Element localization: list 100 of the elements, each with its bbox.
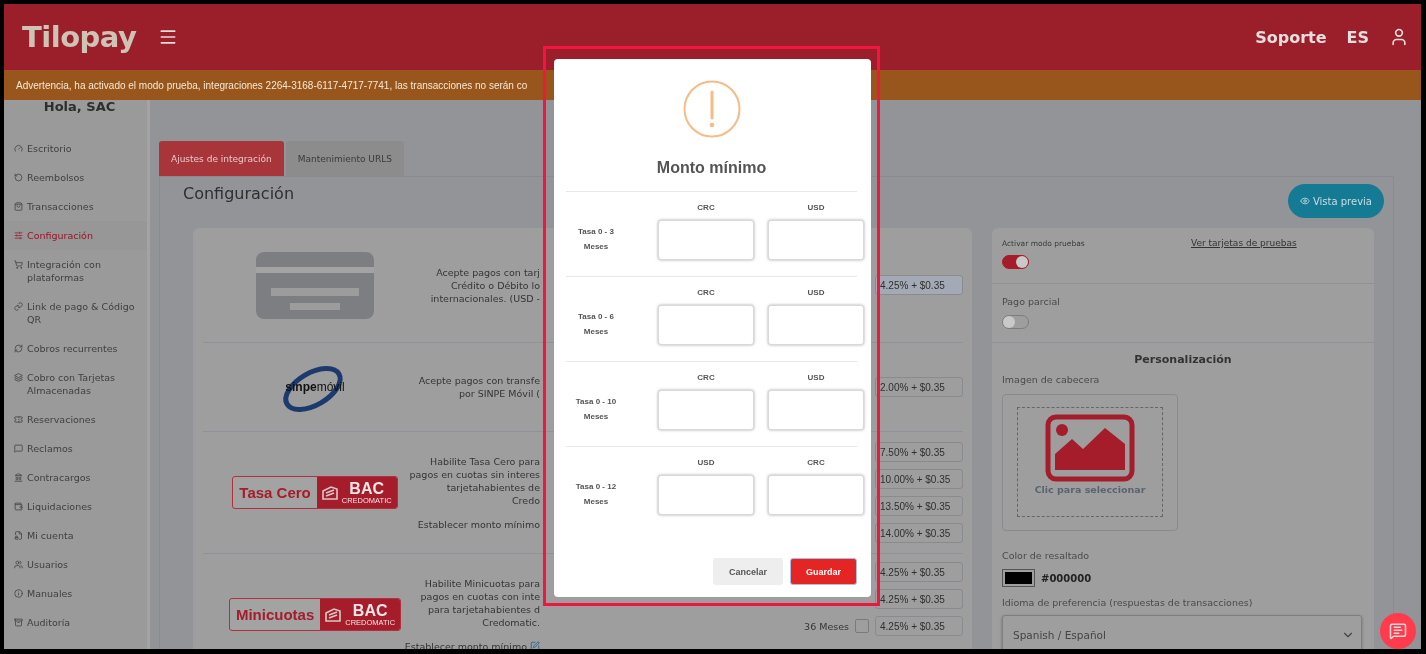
cancel-button[interactable]: Cancelar — [712, 558, 783, 585]
sidebar-item-label: Reembolsos — [27, 171, 85, 184]
description-line: Acepte pagos con transfe — [418, 374, 540, 387]
sidebar-item[interactable]: Cobro con Tarjetas Almacenadas — [4, 363, 147, 405]
description-line: Habilite Minicuotas para — [424, 576, 540, 590]
chat-icon — [1389, 622, 1407, 640]
rate-label: Tasa 0 - 10 Meses — [574, 396, 618, 423]
sidebar-item[interactable]: Manuales — [4, 579, 147, 608]
menu-item-icon — [14, 171, 23, 182]
menu-item-icon — [14, 258, 23, 269]
greeting: Hola, SAC — [42, 100, 117, 116]
sidebar-item-label: Reclamos — [27, 442, 73, 455]
tilopay-logo[interactable]: Tilopay — [22, 20, 158, 54]
sidebar-item-label: Liquidaciones — [27, 500, 92, 513]
min-amount-link[interactable]: Establecer monto mínimo — [404, 639, 540, 649]
section-title: Personalización — [1133, 353, 1233, 366]
menu-item-icon — [14, 558, 23, 569]
sidebar-item[interactable]: Auditoría — [4, 608, 147, 637]
amount-field[interactable] — [658, 305, 754, 345]
partial-payment-label: Pago parcial — [1002, 295, 1061, 308]
sidebar-item-label: Auditoría — [27, 616, 71, 629]
sidebar-item[interactable]: Cobros recurrentes — [4, 334, 147, 363]
header-image-label: Imagen de cabecera — [1002, 373, 1101, 386]
sidebar-item-label: Cobro con Tarjetas Almacenadas — [27, 371, 117, 397]
fee-field[interactable]: 4.25% + $0.35 — [875, 616, 963, 636]
sidebar-item[interactable]: Transacciones — [4, 192, 147, 221]
checkbox[interactable] — [855, 619, 869, 633]
description-line: para tarjetahabientes d — [427, 602, 540, 616]
amount-field[interactable] — [768, 475, 864, 515]
currency-label: USD — [806, 287, 826, 299]
tab[interactable]: Ajustes de integración — [159, 141, 284, 176]
currency-label: CRC — [696, 287, 716, 299]
sidebar-item-label: Mi cuenta — [27, 529, 74, 542]
color-value: #000000 — [1041, 572, 1092, 584]
partial-payment-toggle[interactable] — [1002, 315, 1029, 329]
amount-field[interactable] — [658, 390, 754, 430]
sidebar-item[interactable]: Reservaciones — [4, 405, 147, 434]
menu-item-icon — [14, 587, 23, 598]
sidebar-item-label: Link de pago & Código QR — [27, 300, 136, 326]
amount-field[interactable] — [658, 220, 754, 260]
test-mode-toggle[interactable] — [1002, 255, 1029, 269]
sidebar-item-label: Transacciones — [27, 200, 94, 213]
sidebar-item-label: Contracargos — [27, 471, 91, 484]
sidebar-item-label: Escritorio — [27, 142, 72, 155]
sidebar-item[interactable]: Reclamos — [4, 434, 147, 463]
amount-field[interactable] — [658, 475, 754, 515]
sidebar-item[interactable]: Reembolsos — [4, 163, 147, 192]
menu-item-icon — [14, 616, 23, 627]
sidebar-item-label: Usuarios — [27, 558, 69, 571]
sidebar-item-label: Cobros recurrentes — [27, 342, 118, 355]
description-line: Crédito o Débito lo — [450, 278, 540, 292]
rate-label: Tasa 0 - 6 Meses — [577, 311, 615, 338]
language-select[interactable]: Spanish / Español — [1002, 615, 1362, 649]
rate-label: Tasa 0 - 12 Meses — [574, 481, 618, 508]
eye-icon — [1299, 196, 1310, 206]
fee-field[interactable]: 14.00% + $0.35 — [875, 523, 963, 543]
description-line: pagos en cuotas con inte — [420, 589, 540, 603]
sidebar-item[interactable]: Liquidaciones — [4, 492, 147, 521]
color-swatch[interactable] — [1002, 569, 1035, 587]
fee-field[interactable]: 4.25% + $0.35 — [875, 275, 963, 295]
installment-label: 36 Meses — [804, 620, 849, 632]
tab[interactable]: Mantenimiento URLS — [285, 141, 404, 176]
amount-field[interactable] — [768, 305, 864, 345]
warning-icon — [682, 80, 741, 138]
fee-field[interactable]: 7.50% + $0.35 — [875, 442, 963, 462]
description-line: Credomatic. — [482, 615, 540, 629]
sidebar-item[interactable]: Usuarios — [4, 550, 147, 579]
sidebar-item[interactable]: Mi cuenta — [4, 521, 147, 550]
currency-label: USD — [696, 457, 716, 469]
fee-field[interactable]: 4.25% + $0.35 — [875, 562, 963, 582]
dialog-title: Monto mínimo — [655, 159, 768, 177]
menu-item-icon — [14, 471, 23, 482]
header-link[interactable]: ES — [1346, 27, 1369, 47]
save-button[interactable]: Guardar — [790, 558, 857, 585]
header-link[interactable]: Soporte — [1255, 27, 1327, 47]
highlight-color-label: Color de resaltado — [1002, 549, 1091, 562]
test-cards-link[interactable]: Ver tarjetas de pruebas — [1191, 238, 1364, 248]
edit-icon[interactable] — [530, 641, 540, 649]
sidebar-item[interactable]: Contracargos — [4, 463, 147, 492]
preview-button[interactable]: Vista previa — [1287, 184, 1384, 218]
image-drop-zone[interactable]: Clic para seleccionar — [1017, 407, 1163, 517]
page-title: Configuración — [183, 184, 295, 203]
currency-label: CRC — [696, 202, 716, 214]
amount-field[interactable] — [768, 390, 864, 430]
fee-field[interactable]: 10.00% + $0.35 — [875, 469, 963, 489]
fee-field[interactable]: 2.00% + $0.35 — [875, 377, 963, 397]
amount-field[interactable] — [768, 220, 864, 260]
menu-item-icon — [14, 500, 23, 511]
menu-item-icon — [14, 342, 23, 353]
menu-icon[interactable] — [158, 27, 178, 47]
description-line: Credo — [511, 493, 540, 507]
sidebar-item[interactable]: Escritorio — [4, 134, 147, 163]
fee-field[interactable]: 4.25% + $0.35 — [875, 589, 963, 609]
min-amount-link[interactable]: Establecer monto mínimo — [417, 517, 540, 531]
fee-field[interactable]: 13.50% + $0.35 — [875, 496, 963, 516]
sidebar-item[interactable]: Integración con plataformas — [4, 250, 147, 292]
user-icon[interactable] — [1389, 27, 1409, 47]
sidebar-item-label: Integración con plataformas — [27, 258, 102, 284]
sidebar-item[interactable]: Link de pago & Código QR — [4, 292, 147, 334]
description-line: internacionales. (USD - — [430, 291, 540, 305]
